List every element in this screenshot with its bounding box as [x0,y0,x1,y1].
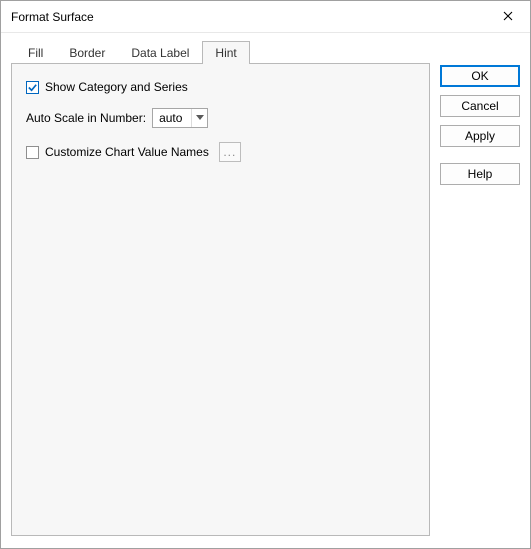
tab-data-label[interactable]: Data Label [118,41,202,64]
ok-button[interactable]: OK [440,65,520,87]
format-surface-dialog: Format Surface Fill Border Data Label Hi… [0,0,531,549]
customize-names-label: Customize Chart Value Names [45,145,209,159]
title-bar: Format Surface [1,1,530,33]
button-column: OK Cancel Apply Help [440,41,520,536]
chevron-down-icon [191,109,207,127]
show-category-series-row: Show Category and Series [26,80,415,94]
dialog-title: Format Surface [11,10,94,24]
cancel-button[interactable]: Cancel [440,95,520,117]
customize-names-browse-button[interactable]: ... [219,142,241,162]
auto-scale-value: auto [159,111,187,125]
show-category-series-label: Show Category and Series [45,80,188,94]
hint-panel: Show Category and Series Auto Scale in N… [11,63,430,536]
show-category-series-checkbox[interactable] [26,81,39,94]
check-icon [27,82,38,93]
main-column: Fill Border Data Label Hint Show Categor… [11,41,430,536]
apply-button[interactable]: Apply [440,125,520,147]
tab-hint[interactable]: Hint [202,41,249,64]
customize-names-checkbox[interactable] [26,146,39,159]
close-button[interactable] [486,2,530,32]
tab-fill[interactable]: Fill [15,41,56,64]
close-icon [503,10,513,24]
tab-strip: Fill Border Data Label Hint [11,41,430,64]
customize-names-row: Customize Chart Value Names ... [26,142,415,162]
auto-scale-select[interactable]: auto [152,108,208,128]
tab-border[interactable]: Border [56,41,118,64]
auto-scale-row: Auto Scale in Number: auto [26,108,415,128]
help-button[interactable]: Help [440,163,520,185]
auto-scale-label: Auto Scale in Number: [26,111,146,125]
dialog-body: Fill Border Data Label Hint Show Categor… [1,33,530,548]
